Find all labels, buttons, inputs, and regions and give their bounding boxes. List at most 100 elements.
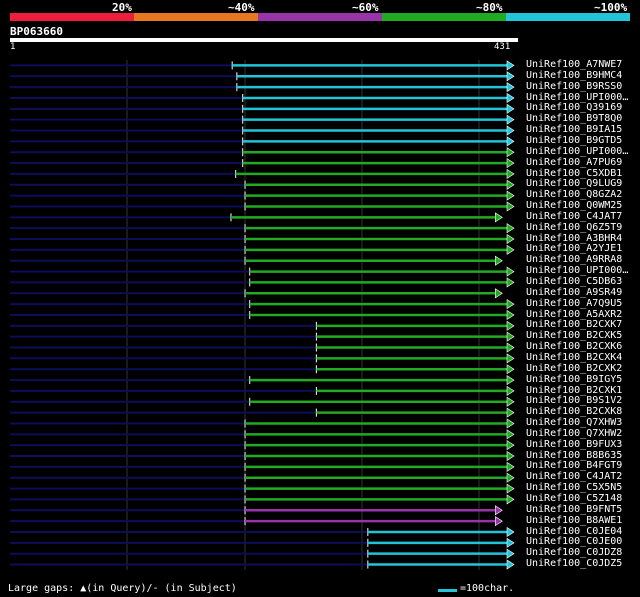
- hit-label[interactable]: UniRef100_B8AWE1: [526, 515, 622, 526]
- hit-row[interactable]: [10, 440, 515, 451]
- hit-label[interactable]: UniRef100_B2CXK4: [526, 352, 622, 363]
- hit-row[interactable]: [10, 136, 515, 147]
- hit-row[interactable]: [10, 548, 515, 559]
- hit-label[interactable]: UniRef100_UPI000…: [526, 92, 628, 103]
- hit-row[interactable]: [10, 103, 515, 114]
- hit-row[interactable]: [10, 526, 515, 538]
- hit-label[interactable]: UniRef100_A3BHR4: [526, 233, 622, 244]
- hit-row[interactable]: [10, 125, 515, 136]
- hit-label[interactable]: UniRef100_A7NWE7: [526, 59, 622, 70]
- hit-row[interactable]: [10, 396, 515, 407]
- hit-label[interactable]: UniRef100_A5AXR2: [526, 309, 622, 320]
- hit-row[interactable]: [10, 82, 515, 93]
- hit-label[interactable]: UniRef100_B9RSS0: [526, 81, 622, 92]
- hit-label[interactable]: UniRef100_B2CXK8: [526, 406, 622, 417]
- hit-label[interactable]: UniRef100_C0JDZ5: [526, 558, 622, 569]
- hit-arrow: [506, 320, 515, 331]
- hit-row[interactable]: [10, 201, 515, 212]
- hit-label[interactable]: UniRef100_B2CXK1: [526, 385, 622, 396]
- hit-row[interactable]: [10, 320, 515, 331]
- hit-row[interactable]: [10, 505, 503, 516]
- hit-label[interactable]: UniRef100_B9IA15: [526, 124, 622, 135]
- hit-row[interactable]: [10, 277, 515, 288]
- hit-label[interactable]: UniRef100_C4JAT2: [526, 471, 622, 482]
- hit-row[interactable]: [10, 537, 515, 548]
- hit-label[interactable]: UniRef100_B9FUX3: [526, 439, 622, 450]
- hit-row[interactable]: [10, 494, 515, 505]
- hit-row[interactable]: [10, 516, 503, 527]
- hit-label[interactable]: UniRef100_UPI000…: [526, 146, 628, 157]
- hit-row[interactable]: [10, 288, 503, 299]
- hit-row[interactable]: [10, 309, 515, 321]
- hit-label[interactable]: UniRef100_B9T8Q0: [526, 113, 622, 124]
- hit-row[interactable]: [10, 223, 515, 234]
- hit-row[interactable]: [10, 244, 515, 255]
- hit-label[interactable]: UniRef100_A2YJE1: [526, 243, 622, 254]
- hit-label[interactable]: UniRef100_C0JE00: [526, 536, 622, 547]
- hit-label[interactable]: UniRef100_C5XDB1: [526, 168, 622, 179]
- hit-row[interactable]: [10, 233, 515, 245]
- hit-row[interactable]: [10, 71, 515, 82]
- hit-label[interactable]: UniRef100_B2CXK5: [526, 330, 622, 341]
- hit-row[interactable]: [10, 461, 515, 472]
- hit-row[interactable]: [10, 60, 515, 71]
- hit-label[interactable]: UniRef100_C0JDZ8: [526, 547, 622, 558]
- hit-label[interactable]: UniRef100_B9IGY5: [526, 374, 622, 385]
- hit-row[interactable]: [10, 266, 515, 277]
- hit-row[interactable]: [10, 342, 515, 353]
- hit-row[interactable]: [10, 158, 515, 169]
- hit-label[interactable]: UniRef100_B2CXK2: [526, 363, 622, 374]
- hit-label[interactable]: UniRef100_Q39169: [526, 102, 622, 113]
- hit-label[interactable]: UniRef100_Q9LUG9: [526, 178, 622, 189]
- hit-row[interactable]: [10, 299, 515, 310]
- hit-label[interactable]: UniRef100_A7PU69: [526, 157, 622, 168]
- hit-label[interactable]: UniRef100_B9HMC4: [526, 70, 622, 81]
- hit-label[interactable]: UniRef100_C0JE04: [526, 526, 622, 537]
- hit-label[interactable]: UniRef100_C5DB63: [526, 276, 622, 287]
- hit-label[interactable]: UniRef100_B8B635: [526, 450, 622, 461]
- hit-row[interactable]: [10, 450, 515, 462]
- hit-row[interactable]: [10, 407, 515, 418]
- hit-row[interactable]: [10, 179, 515, 190]
- hit-label[interactable]: UniRef100_A9SR49: [526, 287, 622, 298]
- hit-row[interactable]: [10, 559, 515, 570]
- hit-row[interactable]: [10, 375, 515, 386]
- hit-row[interactable]: [10, 168, 515, 179]
- hit-label[interactable]: UniRef100_C5X5N5: [526, 482, 622, 493]
- hit-label[interactable]: UniRef100_B4FGT9: [526, 460, 622, 471]
- hit-row[interactable]: [10, 418, 515, 429]
- hit-label[interactable]: UniRef100_UPI000…: [526, 265, 628, 276]
- hit-row[interactable]: [10, 483, 515, 494]
- hit-label[interactable]: UniRef100_B9S1V2: [526, 395, 622, 406]
- hit-row[interactable]: [10, 255, 503, 266]
- hit-label[interactable]: UniRef100_Q7XHW3: [526, 417, 622, 428]
- hit-label[interactable]: UniRef100_Q6Z5T9: [526, 222, 622, 233]
- hit-label[interactable]: UniRef100_B9FNT5: [526, 504, 622, 515]
- hit-label[interactable]: UniRef100_B2CXK6: [526, 341, 622, 352]
- hit-row[interactable]: [10, 190, 515, 201]
- hit-row[interactable]: [10, 92, 515, 104]
- hit-row[interactable]: [10, 331, 515, 342]
- hit-label[interactable]: UniRef100_A7Q9U5: [526, 298, 622, 309]
- hit-row[interactable]: [10, 114, 515, 125]
- hit-arrow: [506, 353, 515, 364]
- hit-label[interactable]: UniRef100_Q8GZA2: [526, 189, 622, 200]
- hit-label[interactable]: UniRef100_B9GTD5: [526, 135, 622, 146]
- hit-row[interactable]: [10, 364, 515, 375]
- hit-arrow: [506, 60, 515, 71]
- hit-label[interactable]: UniRef100_C5Z148: [526, 493, 622, 504]
- hit-label[interactable]: UniRef100_Q7XHW2: [526, 428, 622, 439]
- hit-arrow: [506, 483, 515, 494]
- hit-arrow: [506, 440, 515, 451]
- hit-label[interactable]: UniRef100_B2CXK7: [526, 319, 622, 330]
- hit-row[interactable]: [10, 353, 515, 364]
- hit-label[interactable]: UniRef100_Q0WM25: [526, 200, 622, 211]
- hit-row[interactable]: [10, 429, 515, 440]
- hit-row[interactable]: [10, 385, 515, 396]
- hit-arrow: [495, 288, 503, 299]
- hit-row[interactable]: [10, 472, 515, 483]
- hit-row[interactable]: [10, 212, 503, 223]
- hit-row[interactable]: [10, 147, 515, 158]
- hit-label[interactable]: UniRef100_A9RRA8: [526, 254, 622, 265]
- hit-label[interactable]: UniRef100_C4JAT7: [526, 211, 622, 222]
